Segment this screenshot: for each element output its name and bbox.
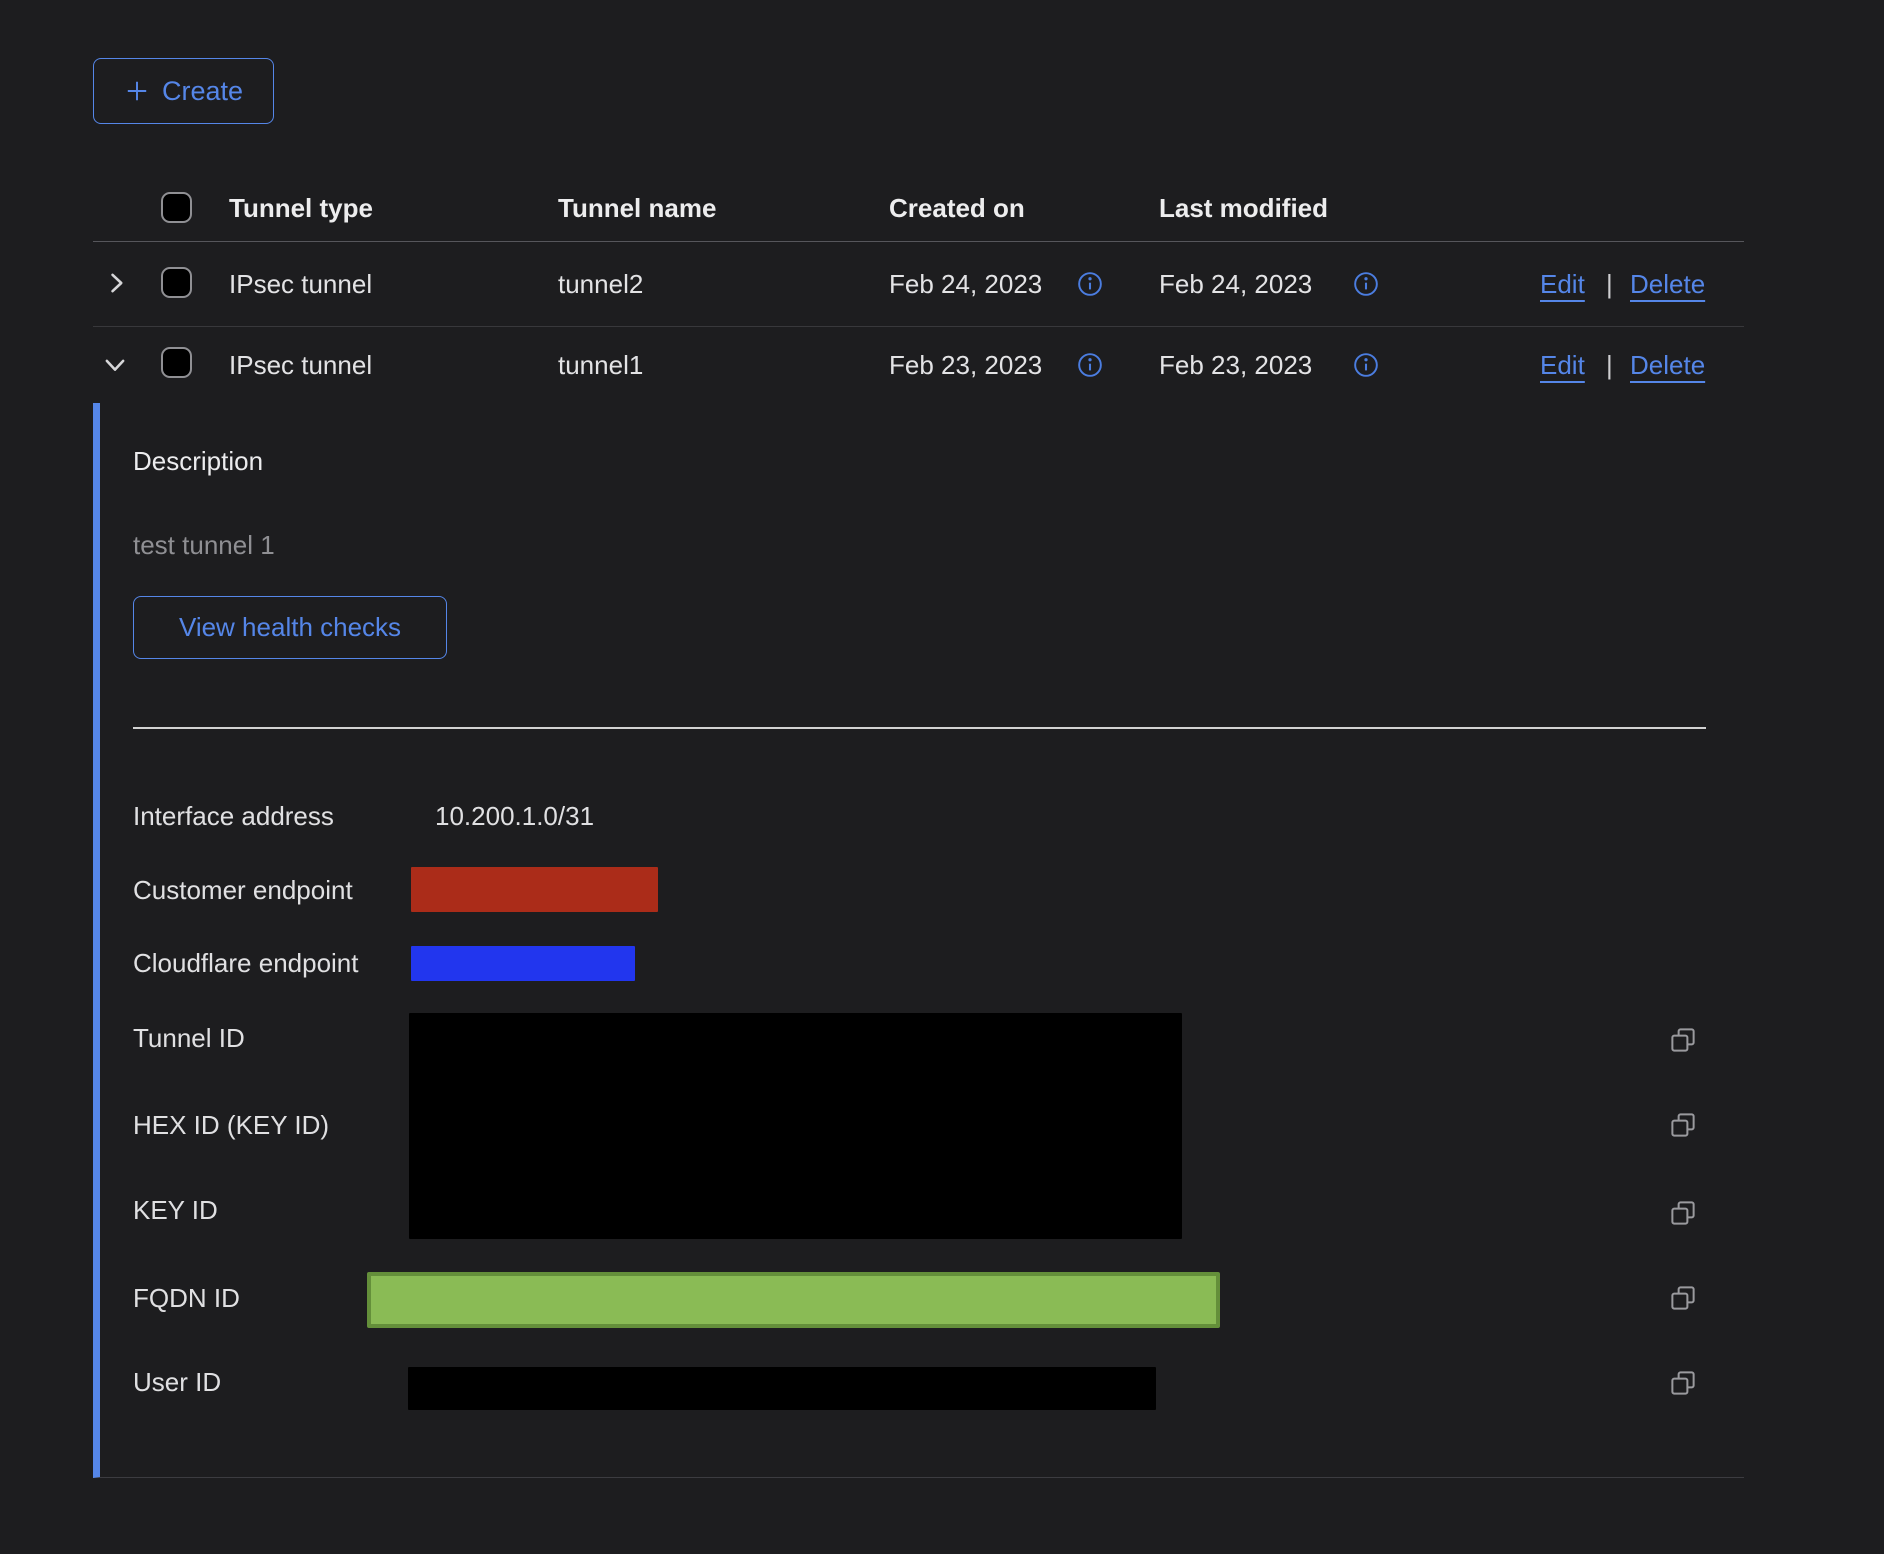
header-divider — [93, 241, 1744, 242]
copy-icon[interactable] — [1668, 1025, 1698, 1055]
cloudflare-endpoint-label: Cloudflare endpoint — [133, 948, 359, 978]
customer-endpoint-label: Customer endpoint — [133, 875, 353, 905]
fqdn-id-redacted-value — [367, 1272, 1220, 1328]
column-header-tunnel-type: Tunnel type — [229, 193, 373, 223]
row-checkbox[interactable] — [161, 267, 192, 298]
plus-icon — [124, 78, 150, 104]
create-button[interactable]: Create — [93, 58, 274, 124]
column-header-last-modified: Last modified — [1159, 193, 1328, 223]
copy-icon[interactable] — [1668, 1110, 1698, 1140]
tunnel-hex-key-id-redacted-values — [409, 1013, 1182, 1239]
tunnel-name-cell: tunnel2 — [558, 269, 643, 299]
cloudflare-endpoint-redacted-value — [411, 946, 635, 981]
interface-address-label: Interface address — [133, 801, 334, 831]
edit-link[interactable]: Edit — [1540, 269, 1585, 299]
edit-link[interactable]: Edit — [1540, 350, 1585, 380]
created-on-cell: Feb 23, 2023 — [889, 350, 1042, 380]
info-icon[interactable] — [1353, 271, 1379, 297]
user-id-label: User ID — [133, 1367, 221, 1397]
info-icon[interactable] — [1077, 271, 1103, 297]
chevron-down-icon[interactable] — [100, 351, 130, 379]
action-separator: | — [1606, 350, 1613, 380]
fqdn-id-label: FQDN ID — [133, 1283, 240, 1313]
user-id-redacted-value — [408, 1367, 1156, 1410]
view-health-checks-button[interactable]: View health checks — [133, 596, 447, 659]
section-divider — [133, 727, 1706, 729]
last-modified-cell: Feb 24, 2023 — [1159, 269, 1312, 299]
row-divider — [93, 326, 1744, 327]
info-icon[interactable] — [1353, 352, 1379, 378]
interface-address-value: 10.200.1.0/31 — [435, 801, 594, 831]
created-on-cell: Feb 24, 2023 — [889, 269, 1042, 299]
view-health-checks-label: View health checks — [179, 612, 401, 643]
copy-icon[interactable] — [1668, 1283, 1698, 1313]
delete-link[interactable]: Delete — [1630, 269, 1705, 299]
description-label: Description — [133, 446, 263, 476]
copy-icon[interactable] — [1668, 1198, 1698, 1228]
tunnel-name-cell: tunnel1 — [558, 350, 643, 380]
tunnel-type-cell: IPsec tunnel — [229, 350, 372, 380]
tunnel-type-cell: IPsec tunnel — [229, 269, 372, 299]
tunnel-id-label: Tunnel ID — [133, 1023, 245, 1053]
create-button-label: Create — [162, 76, 243, 107]
chevron-right-icon[interactable] — [102, 269, 130, 297]
column-header-tunnel-name: Tunnel name — [558, 193, 716, 223]
row-checkbox[interactable] — [161, 347, 192, 378]
info-icon[interactable] — [1077, 352, 1103, 378]
key-id-label: KEY ID — [133, 1195, 218, 1225]
delete-link[interactable]: Delete — [1630, 350, 1705, 380]
action-separator: | — [1606, 269, 1613, 299]
description-value: test tunnel 1 — [133, 530, 275, 560]
tunnels-page: Create Tunnel type Tunnel name Created o… — [0, 0, 1884, 1554]
last-modified-cell: Feb 23, 2023 — [1159, 350, 1312, 380]
copy-icon[interactable] — [1668, 1368, 1698, 1398]
column-header-created-on: Created on — [889, 193, 1025, 223]
select-all-checkbox[interactable] — [161, 192, 192, 223]
customer-endpoint-redacted-value — [411, 867, 658, 912]
hex-id-label: HEX ID (KEY ID) — [133, 1110, 329, 1140]
